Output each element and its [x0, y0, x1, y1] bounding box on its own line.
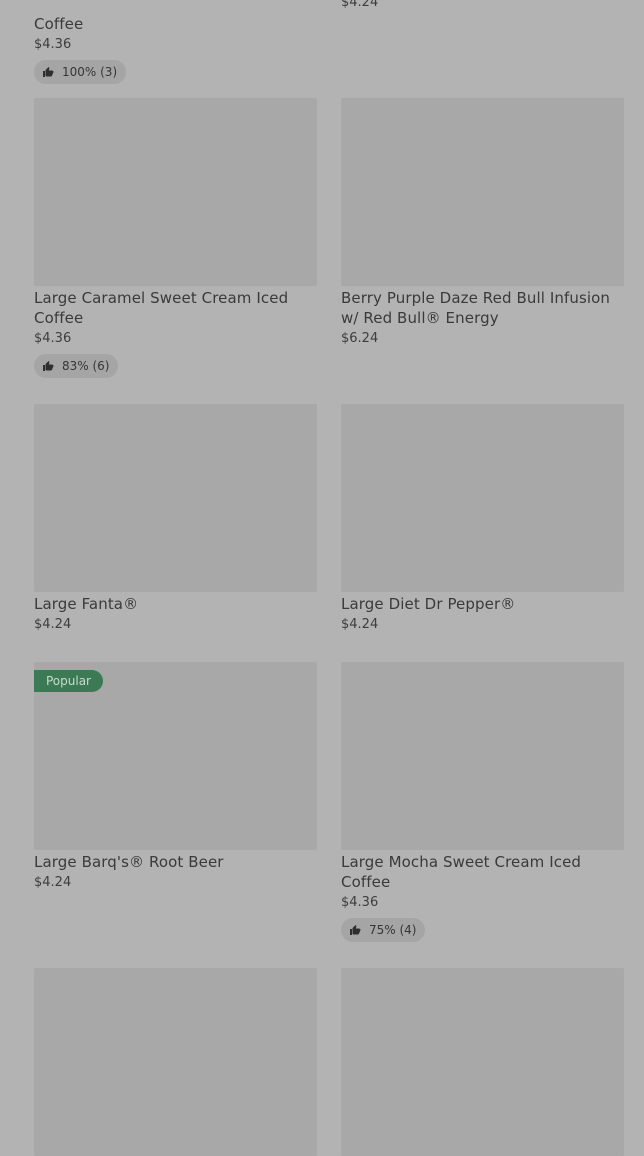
- menu-item-image[interactable]: [341, 98, 624, 286]
- menu-item-image[interactable]: [34, 968, 317, 1156]
- menu-item-card[interactable]: Popular Large Barq's® Root Beer $4.24: [34, 662, 317, 892]
- menu-item-price: $4.36: [341, 895, 379, 910]
- thumbs-up-icon: [43, 361, 54, 371]
- menu-item-card[interactable]: Large Mocha Sweet Cream Iced Coffee $4.3…: [341, 662, 624, 942]
- menu-item-name[interactable]: Large Caramel Sweet Cream Iced Coffee: [34, 288, 317, 328]
- rating-text: 75% (4): [369, 923, 417, 937]
- rating-badge: 100% (3): [34, 60, 127, 84]
- menu-item-price: $4.24: [34, 617, 72, 632]
- thumbs-up-icon: [43, 67, 54, 77]
- menu-item-price: $4.24: [341, 0, 379, 10]
- menu-item-name[interactable]: Coffee: [34, 0, 317, 34]
- menu-item-image[interactable]: [341, 662, 624, 850]
- menu-item-card[interactable]: Large Fanta® $4.24: [34, 404, 317, 634]
- menu-item-card[interactable]: Large Caramel Sweet Cream Iced Coffee $4…: [34, 98, 317, 378]
- menu-item-name-text[interactable]: Coffee: [34, 15, 83, 33]
- menu-item-card[interactable]: [341, 968, 624, 1156]
- menu-item-card[interactable]: Berry Purple Daze Red Bull Infusion w/ R…: [341, 98, 624, 348]
- menu-item-card[interactable]: Coffee $4.36 100% (3): [34, 0, 317, 84]
- menu-item-price: $4.36: [34, 37, 72, 52]
- menu-item-image[interactable]: [341, 968, 624, 1156]
- rating-text: 83% (6): [62, 359, 110, 373]
- menu-item-grid: Coffee $4.36 100% (3) $4.24 Large Carame…: [0, 0, 644, 1156]
- menu-item-name[interactable]: Berry Purple Daze Red Bull Infusion w/ R…: [341, 288, 624, 328]
- menu-item-price: $6.24: [341, 331, 379, 346]
- menu-item-price: $4.24: [341, 617, 379, 632]
- menu-item-image[interactable]: Popular: [34, 662, 317, 850]
- menu-item-name[interactable]: Large Fanta®: [34, 594, 317, 614]
- menu-item-image[interactable]: [34, 98, 317, 286]
- menu-item-card[interactable]: $4.24: [341, 0, 624, 12]
- menu-item-card[interactable]: [34, 968, 317, 1156]
- rating-badge: 83% (6): [34, 354, 119, 378]
- popular-badge: Popular: [34, 670, 103, 692]
- menu-item-image[interactable]: [34, 404, 317, 592]
- menu-item-price: $4.36: [34, 331, 72, 346]
- rating-text: 100% (3): [62, 65, 118, 79]
- menu-item-name[interactable]: Large Barq's® Root Beer: [34, 852, 317, 872]
- menu-item-card[interactable]: Large Diet Dr Pepper® $4.24: [341, 404, 624, 634]
- menu-item-price: $4.24: [34, 875, 72, 890]
- rating-badge: 75% (4): [341, 918, 426, 942]
- menu-item-name[interactable]: Large Mocha Sweet Cream Iced Coffee: [341, 852, 624, 892]
- thumbs-up-icon: [350, 925, 361, 935]
- menu-item-image[interactable]: [341, 404, 624, 592]
- menu-item-name[interactable]: Large Diet Dr Pepper®: [341, 594, 624, 614]
